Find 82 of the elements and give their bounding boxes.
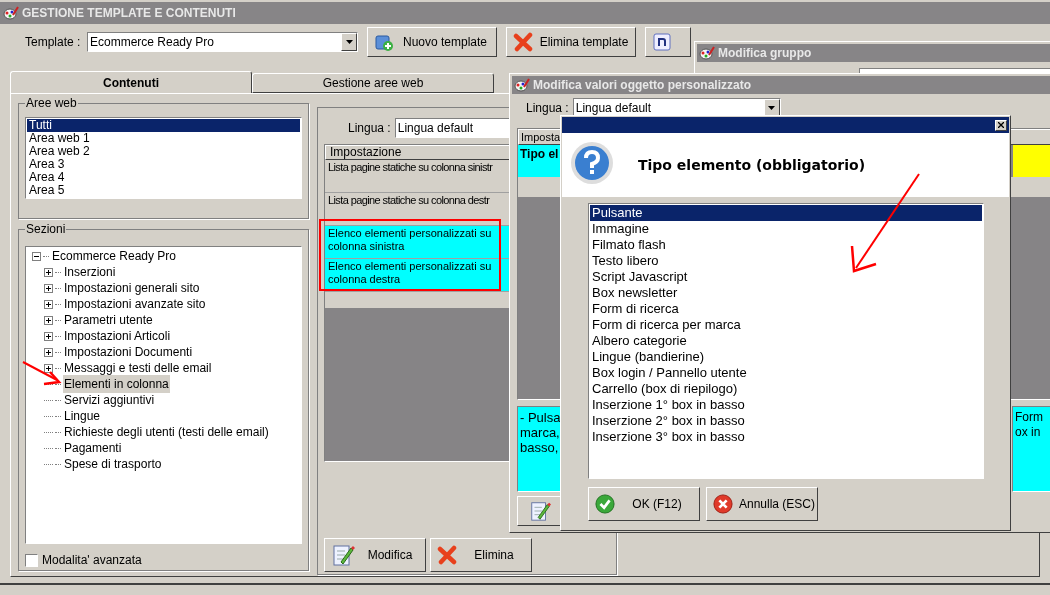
- checkbox-label: Modalita' avanzata: [42, 552, 142, 569]
- template-label: Template :: [25, 34, 82, 51]
- caret-icon: [345, 40, 353, 44]
- language-label: Lingua :: [348, 120, 391, 137]
- tree-item[interactable]: Inserzioni: [63, 263, 117, 281]
- tab[interactable]: Contenuti: [10, 71, 252, 93]
- list-item[interactable]: Pulsante: [590, 205, 982, 221]
- tree-item[interactable]: Messaggi e testi delle email: [63, 359, 213, 377]
- app-icon: [699, 46, 715, 60]
- list-item[interactable]: Area 3: [27, 158, 300, 171]
- x-icon: [513, 32, 533, 52]
- list-item[interactable]: Tutti: [27, 119, 300, 132]
- letter-box-icon: [652, 32, 672, 52]
- expand-icon[interactable]: [44, 363, 53, 373]
- question-icon: [570, 141, 614, 185]
- tree-item[interactable]: Impostazioni Articoli: [63, 327, 172, 345]
- list-item[interactable]: Albero categorie: [590, 333, 982, 349]
- expand-icon[interactable]: [44, 315, 53, 325]
- tree-item[interactable]: Parametri utente: [63, 311, 154, 329]
- table-cell: [1013, 145, 1050, 177]
- close-button[interactable]: [995, 119, 1007, 131]
- delete-button[interactable]: Elimina: [430, 538, 532, 572]
- tree-item[interactable]: Impostazioni avanzate sito: [63, 295, 207, 313]
- list-item[interactable]: Inserzione 3° box in basso: [590, 429, 982, 445]
- dropdown-button[interactable]: [341, 33, 357, 51]
- expand-icon[interactable]: [44, 299, 53, 309]
- list-item[interactable]: Area web 1: [27, 132, 300, 145]
- expand-icon[interactable]: [44, 267, 53, 277]
- window-title: Modifica valori oggetto personalizzato: [533, 77, 752, 94]
- description-box: - Pulsa marca, basso,: [517, 406, 562, 492]
- cancel-icon: [713, 494, 733, 514]
- expand-icon[interactable]: [44, 283, 53, 293]
- description-box: Form ox in: [1012, 406, 1050, 492]
- tree-item[interactable]: Ecommerce Ready Pro: [51, 247, 178, 265]
- list-item[interactable]: Form di ricerca per marca: [590, 317, 982, 333]
- annotation-arrow: [22, 360, 62, 386]
- app-icon: [514, 78, 530, 92]
- toolbar-button[interactable]: [645, 27, 691, 57]
- list-item[interactable]: Area 5: [27, 184, 300, 197]
- ok-button[interactable]: OK (F12): [588, 487, 700, 521]
- close-icon: [998, 122, 1004, 128]
- tree-item[interactable]: Lingue: [63, 407, 102, 425]
- expand-icon[interactable]: [44, 331, 53, 341]
- edit-button[interactable]: Modifica: [324, 538, 426, 572]
- app-icon: [3, 6, 19, 20]
- tree-item[interactable]: Impostazioni generali sito: [63, 279, 201, 297]
- group-title: Aree web: [25, 96, 78, 110]
- dropdown-field[interactable]: Lingua default: [572, 98, 781, 118]
- cancel-button[interactable]: Annulla (ESC): [706, 487, 818, 521]
- tab[interactable]: Gestione aree web: [252, 73, 494, 93]
- checkbox[interactable]: [25, 553, 38, 567]
- list-item[interactable]: Area 4: [27, 171, 300, 184]
- collapse-icon[interactable]: [32, 251, 41, 261]
- caret-icon: [768, 106, 776, 110]
- new-button[interactable]: Nuovo template: [367, 27, 497, 57]
- list-item[interactable]: Inserzione 1° box in basso: [590, 397, 982, 413]
- delete-button[interactable]: Elimina template: [506, 27, 636, 57]
- pencil-document-icon: [331, 543, 355, 567]
- check-icon: [595, 494, 615, 514]
- table-cell: Tipo el: [518, 145, 563, 177]
- window-title: Modifica gruppo: [718, 45, 812, 62]
- window-title: GESTIONE TEMPLATE E CONTENUTI: [22, 5, 236, 22]
- list-item[interactable]: Carrello (box di riepilogo): [590, 381, 982, 397]
- tree-item[interactable]: Impostazioni Documenti: [63, 343, 194, 361]
- tree-item[interactable]: Elementi in colonna: [63, 375, 170, 393]
- list-item[interactable]: Inserzione 2° box in basso: [590, 413, 982, 429]
- box-plus-icon: [374, 32, 394, 52]
- dropdown-field[interactable]: Ecommerce Ready Pro: [87, 32, 358, 52]
- list-item[interactable]: Lingue (bandierine): [590, 349, 982, 365]
- tree-item[interactable]: Servizi aggiuntivi: [63, 391, 156, 409]
- expand-icon[interactable]: [44, 347, 53, 357]
- tree-item[interactable]: Spese di trasporto: [63, 455, 163, 473]
- group-title: Sezioni: [25, 222, 67, 236]
- language-label: Lingua :: [526, 100, 569, 117]
- list-item[interactable]: Area web 2: [27, 145, 300, 158]
- list-item[interactable]: Box login / Pannello utente: [590, 365, 982, 381]
- x-icon: [437, 545, 457, 565]
- tree-item[interactable]: Richieste degli utenti (testi delle email): [63, 423, 270, 441]
- tree-item[interactable]: Pagamenti: [63, 439, 123, 457]
- pencil-document-icon: [528, 500, 551, 522]
- dialog-title: Tipo elemento (obbligatorio): [638, 156, 866, 175]
- list-item[interactable]: Form di ricerca: [590, 301, 982, 317]
